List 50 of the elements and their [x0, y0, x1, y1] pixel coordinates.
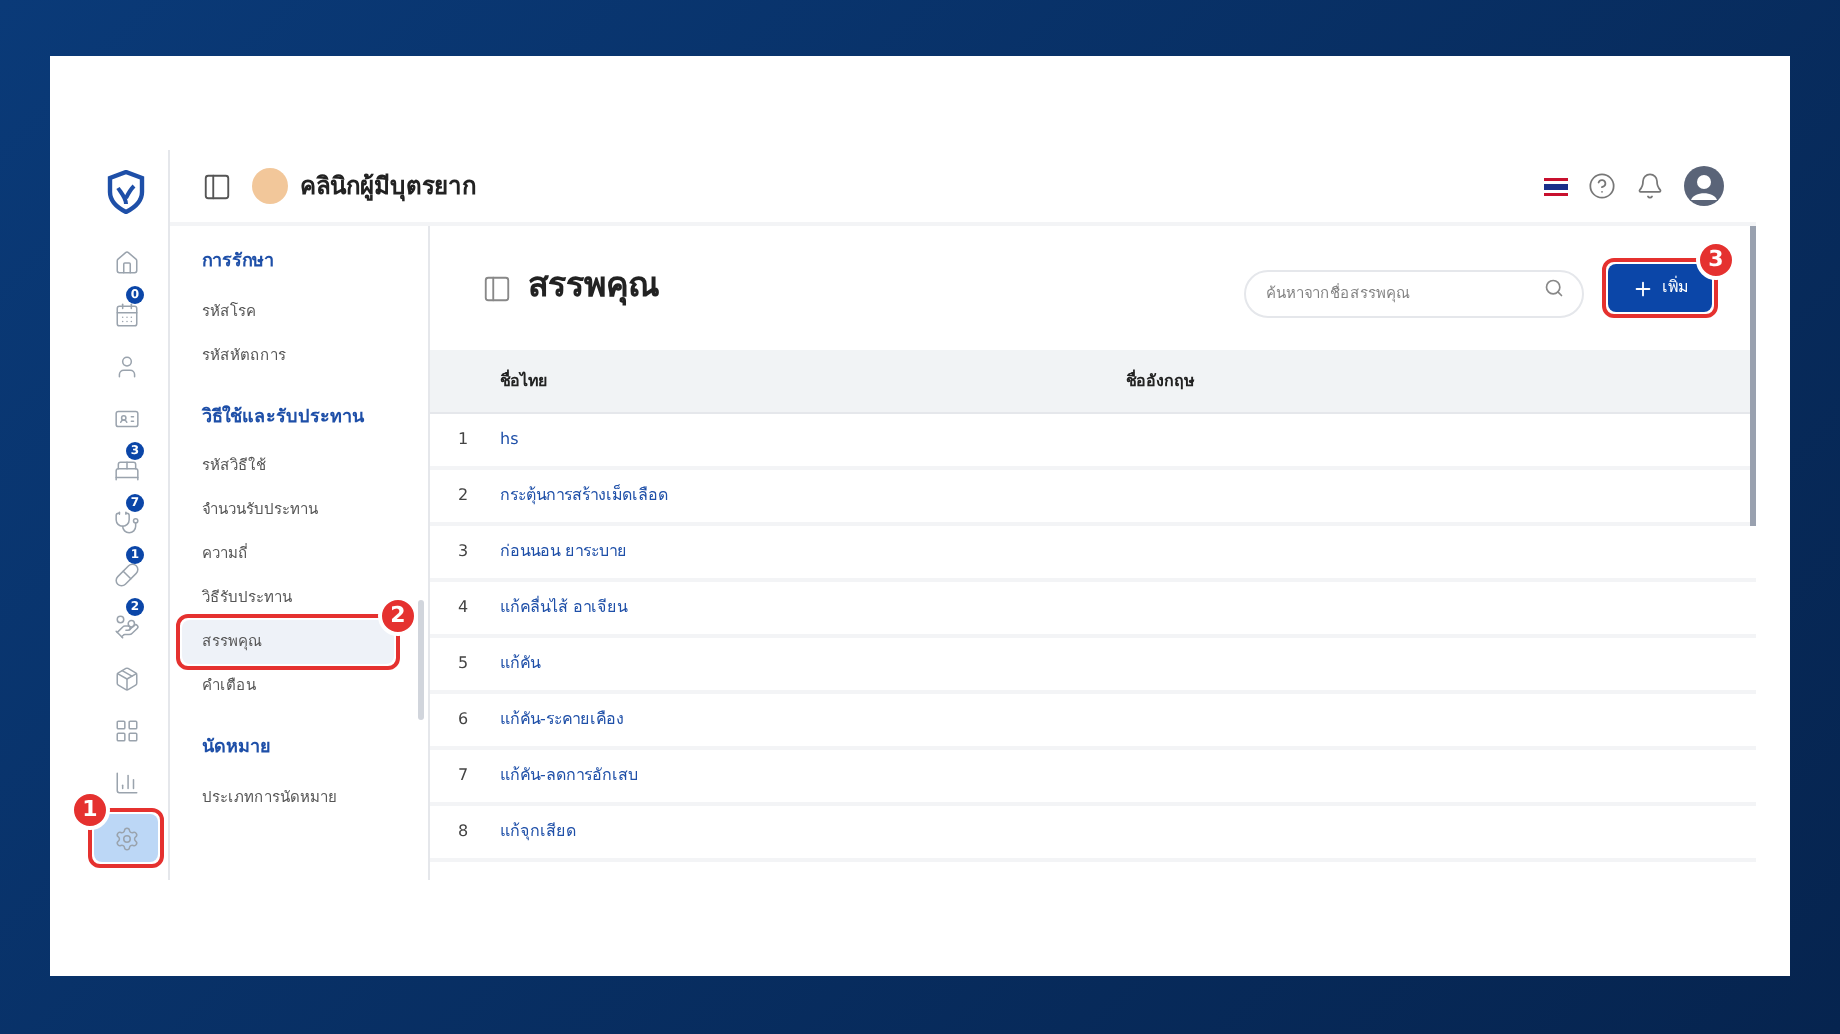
- section-heading: วิธีใช้และรับประทาน: [199, 405, 366, 431]
- row-number: 4: [456, 596, 471, 620]
- hand-coins-icon: [113, 613, 139, 639]
- clinic-logo: [252, 168, 288, 204]
- row-number: 3: [456, 540, 471, 564]
- row-number: 6: [456, 708, 471, 732]
- callout-number: 2: [378, 596, 418, 636]
- section-heading: นัดหมาย: [200, 736, 272, 762]
- notification-bell-icon[interactable]: [1636, 172, 1664, 200]
- sidebar-toggle-icon[interactable]: [202, 171, 232, 201]
- thai-name-link[interactable]: แก้คลื่นไส้ อาเจียน: [500, 596, 628, 620]
- page-title: สรรพคุณ: [528, 264, 660, 311]
- thai-flag-icon[interactable]: [1544, 177, 1568, 195]
- callout-number: 1: [70, 790, 110, 830]
- add-button[interactable]: เพิ่ม: [1608, 264, 1712, 312]
- thai-name-link[interactable]: กระตุ้นการสร้างเม็ดเลือด: [500, 484, 668, 508]
- row-number: 7: [456, 764, 471, 788]
- thai-name-link[interactable]: แก้คัน-ระคายเคือง: [500, 708, 624, 732]
- column-header: ชื่อไทย: [500, 369, 550, 393]
- thai-name-link[interactable]: ก่อนนอน ยาระบาย: [500, 540, 628, 564]
- avatar-icon[interactable]: [1684, 166, 1724, 206]
- thai-name-link[interactable]: hs: [500, 428, 519, 452]
- thai-name-link[interactable]: แก้คัน-ลดการอักเสบ: [500, 764, 638, 788]
- thai-name-link[interactable]: แก้คัน: [500, 652, 540, 676]
- bar-chart-icon: [113, 769, 139, 795]
- search-icon: [1544, 278, 1564, 298]
- bed-icon: [113, 457, 139, 483]
- help-icon[interactable]: [1588, 172, 1616, 200]
- section-heading: การรักษา: [200, 250, 276, 276]
- callout-number: 3: [1696, 240, 1736, 280]
- stethoscope-icon: [113, 509, 139, 535]
- package-icon: [113, 665, 139, 691]
- home-icon: [113, 249, 139, 275]
- calendar-icon: [113, 301, 139, 327]
- user-icon: [113, 353, 139, 379]
- thai-name-link[interactable]: แก้จุกเสียด: [500, 820, 576, 844]
- id-card-icon: [113, 405, 139, 431]
- rail-button[interactable]: [94, 814, 158, 862]
- pill-icon: [113, 561, 139, 587]
- row-number: 2: [456, 484, 471, 508]
- plus-icon: [1632, 277, 1654, 299]
- panel-icon: [482, 273, 512, 303]
- shield-logo-icon: [106, 170, 146, 214]
- row-number: 1: [456, 428, 471, 452]
- settings-icon: [113, 825, 139, 851]
- row-number: 5: [456, 652, 471, 676]
- clinic-name: คลินิกผู้มีบุตรยาก: [300, 170, 476, 204]
- grid-icon: [113, 717, 139, 743]
- row-number: 8: [456, 820, 471, 844]
- column-header: ชื่ออังกฤษ: [1126, 369, 1194, 393]
